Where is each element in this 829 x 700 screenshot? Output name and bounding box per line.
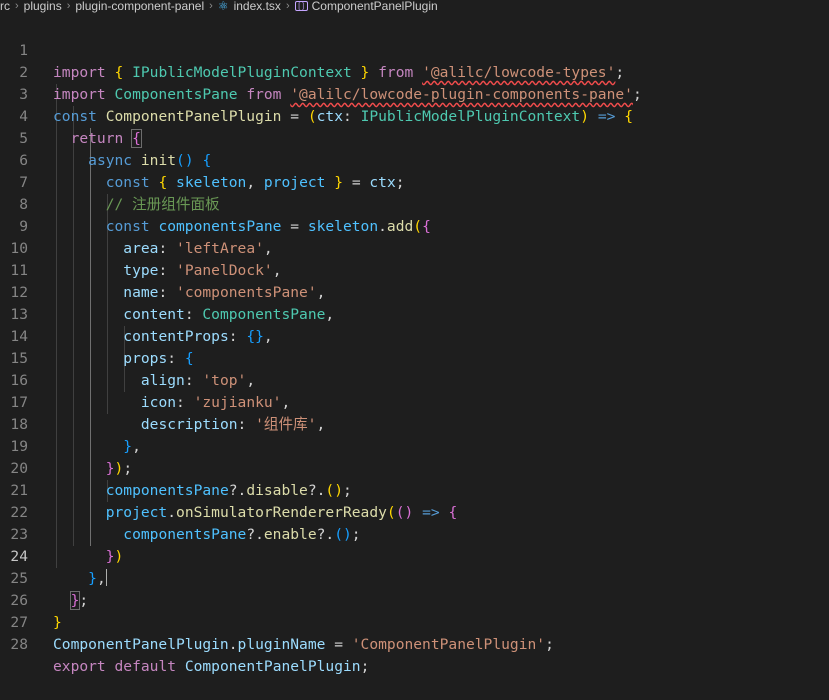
code-content: export default ComponentPanelPlugin; (53, 658, 370, 675)
chevron-right-icon: › (15, 0, 19, 12)
symbol-variable-icon: [ ] (294, 0, 308, 11)
chevron-right-icon: › (66, 0, 71, 12)
code-line[interactable]: 8 const componentsPane = skeleton.add({ (0, 172, 829, 235)
breadcrumb-item-plugin-component-panel[interactable]: plugin-component-panel (75, 0, 204, 13)
code-line[interactable]: 14 props: { (0, 304, 829, 367)
code-line[interactable]: 22 componentsPane?.enable?.(); (0, 480, 829, 543)
code-line[interactable]: 1 import { IPublicModelPluginContext } f… (0, 18, 829, 81)
line-number: 28 (10, 636, 28, 653)
code-line[interactable]: 3 const ComponentPanelPlugin = (ctx: IPu… (0, 62, 829, 125)
code-line[interactable]: 4 return { (0, 84, 829, 148)
code-line-active[interactable]: 24 }, (0, 524, 829, 587)
react-file-icon: ⚛ (217, 0, 229, 13)
code-line[interactable]: 15 align: 'top', (0, 326, 829, 389)
code-line[interactable]: 7 // 注册组件面板 (0, 150, 829, 213)
breadcrumb: rc › plugins › plugin-component-panel › … (0, 0, 829, 13)
code-line[interactable]: 18 }, (0, 392, 829, 455)
breadcrumb-item-symbol[interactable]: ComponentPanelPlugin (312, 0, 438, 13)
code-line[interactable]: 17 description: '组件库', (0, 370, 829, 433)
code-line[interactable]: 16 icon: 'zujianku', (0, 348, 829, 411)
code-line[interactable]: 26 } (0, 568, 829, 631)
code-line[interactable]: 19 }); (0, 414, 829, 477)
code-content: ComponentPanelPlugin.pluginName = 'Compo… (53, 636, 554, 653)
breadcrumb-item-plugins[interactable]: plugins (24, 0, 62, 13)
code-line[interactable]: 12 content: ComponentsPane, (0, 260, 829, 323)
code-line[interactable]: 10 type: 'PanelDock', (0, 216, 829, 279)
code-line[interactable]: 5 async init() { (0, 106, 829, 169)
code-line[interactable]: 21 project.onSimulatorRendererReady(() =… (0, 458, 829, 521)
code-line[interactable]: 13 contentProps: {}, (0, 282, 829, 345)
code-line[interactable]: 23 }) (0, 502, 829, 565)
code-line[interactable]: 25 }; (0, 546, 829, 610)
code-line[interactable]: 6 const { skeleton, project } = ctx; (0, 128, 829, 191)
chevron-right-icon: › (209, 0, 213, 12)
code-line[interactable]: 20 componentsPane?.disable?.(); (0, 436, 829, 499)
code-line[interactable]: 2 import ComponentsPane from '@alilc/low… (0, 40, 829, 103)
code-line[interactable]: 28 export default ComponentPanelPlugin; (0, 612, 829, 675)
code-line[interactable]: 11 name: 'componentsPane', (0, 238, 829, 301)
code-editor[interactable]: 1 import { IPublicModelPluginContext } f… (0, 18, 829, 675)
breadcrumb-item-rc[interactable]: rc (0, 0, 10, 13)
code-line[interactable]: 27 ComponentPanelPlugin.pluginName = 'Co… (0, 590, 829, 653)
chevron-right-icon: › (285, 0, 290, 12)
code-line[interactable]: 9 area: 'leftArea', (0, 194, 829, 257)
breadcrumb-item-file[interactable]: index.tsx (234, 0, 281, 13)
